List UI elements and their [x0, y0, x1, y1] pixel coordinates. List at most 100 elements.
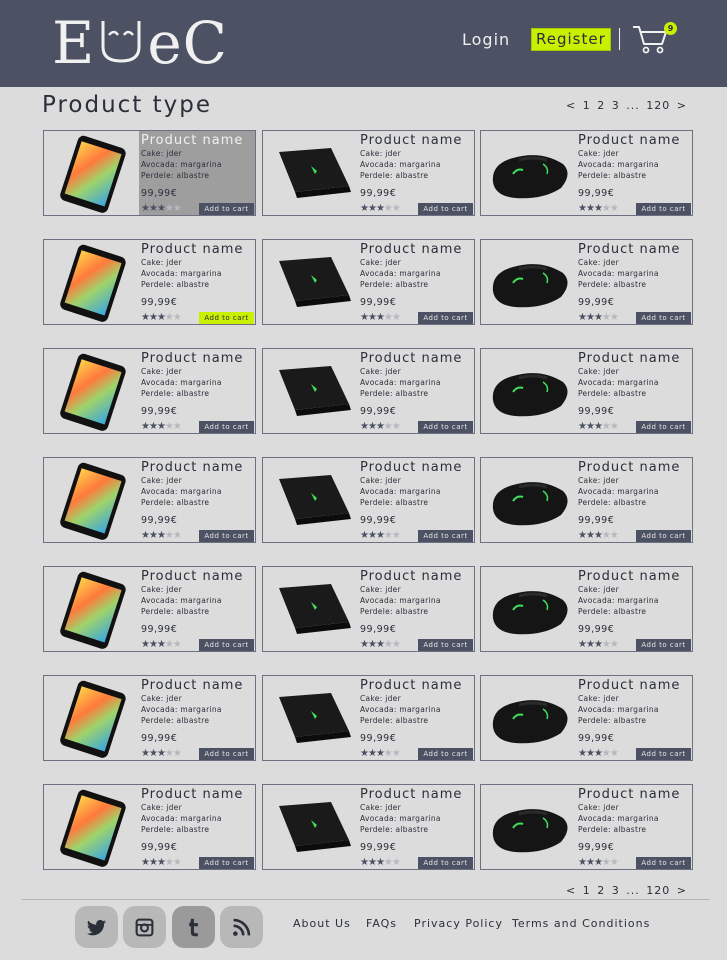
product-image-mouse[interactable]: [483, 570, 575, 650]
product-image-phone[interactable]: [46, 352, 138, 432]
tumblr-button[interactable]: [172, 906, 215, 948]
product-image-phone[interactable]: [46, 788, 138, 868]
product-image-laptop[interactable]: [265, 570, 357, 650]
pagination-prev[interactable]: <: [566, 884, 576, 897]
product-card[interactable]: Product name Cake: jder Avocada: margarina…: [262, 457, 475, 543]
product-card[interactable]: Product name Cake: jder Avocada: margarina…: [262, 675, 475, 761]
add-to-cart-button[interactable]: Add to cart: [418, 857, 473, 869]
add-to-cart-button[interactable]: Add to cart: [636, 639, 691, 651]
product-name[interactable]: Product name: [578, 133, 680, 148]
product-name[interactable]: Product name: [360, 351, 462, 366]
product-card[interactable]: Product name Cake: jder Avocada: margarina…: [43, 457, 256, 543]
product-name[interactable]: Product name: [578, 351, 680, 366]
product-card[interactable]: Product name Cake: jder Avocada: margarina…: [480, 457, 693, 543]
add-to-cart-button[interactable]: Add to cart: [636, 857, 691, 869]
product-name[interactable]: Product name: [360, 569, 462, 584]
product-image-laptop[interactable]: [265, 679, 357, 759]
product-card[interactable]: Product name Cake: jder Avocada: margarina…: [43, 675, 256, 761]
pagination-page-3[interactable]: 3: [612, 99, 620, 112]
instagram-button[interactable]: [123, 906, 166, 948]
product-name[interactable]: Product name: [360, 460, 462, 475]
product-card[interactable]: Product name Cake: jder Avocada: margarina…: [480, 239, 693, 325]
register-button[interactable]: Register: [531, 28, 611, 51]
footer-link-about[interactable]: About Us: [293, 917, 351, 930]
add-to-cart-button[interactable]: Add to cart: [199, 421, 254, 433]
footer-link-faqs[interactable]: FAQs: [366, 917, 397, 930]
add-to-cart-button[interactable]: Add to cart: [199, 203, 254, 215]
product-name[interactable]: Product name: [141, 787, 243, 802]
add-to-cart-button[interactable]: Add to cart: [199, 748, 254, 760]
pagination-page-1[interactable]: 1: [583, 884, 591, 897]
shopping-cart-icon[interactable]: [632, 24, 668, 54]
product-image-phone[interactable]: [46, 461, 138, 541]
product-image-laptop[interactable]: [265, 461, 357, 541]
add-to-cart-button[interactable]: Add to cart: [418, 639, 473, 651]
product-image-laptop[interactable]: [265, 243, 357, 323]
product-image-mouse[interactable]: [483, 788, 575, 868]
product-name[interactable]: Product name: [141, 133, 243, 148]
add-to-cart-button[interactable]: Add to cart: [418, 748, 473, 760]
product-name[interactable]: Product name: [360, 133, 462, 148]
product-image-mouse[interactable]: [483, 352, 575, 432]
add-to-cart-button[interactable]: Add to cart: [418, 421, 473, 433]
product-card[interactable]: Product name Cake: jder Avocada: margarina…: [43, 784, 256, 870]
footer-link-privacy[interactable]: Privacy Policy: [414, 917, 503, 930]
product-card[interactable]: Product name Cake: jder Avocada: margarina…: [262, 130, 475, 216]
product-name[interactable]: Product name: [141, 351, 243, 366]
pagination-last[interactable]: 120: [646, 99, 670, 112]
product-image-mouse[interactable]: [483, 679, 575, 759]
add-to-cart-button[interactable]: Add to cart: [418, 203, 473, 215]
pagination-next[interactable]: >: [677, 99, 687, 112]
product-image-mouse[interactable]: [483, 243, 575, 323]
add-to-cart-button[interactable]: Add to cart: [199, 639, 254, 651]
product-card[interactable]: Product name Cake: jder Avocada: margarina…: [480, 566, 693, 652]
add-to-cart-button[interactable]: Add to cart: [418, 312, 473, 324]
product-name[interactable]: Product name: [578, 242, 680, 257]
product-name[interactable]: Product name: [360, 242, 462, 257]
add-to-cart-button[interactable]: Add to cart: [199, 530, 254, 542]
pagination-page-3[interactable]: 3: [612, 884, 620, 897]
add-to-cart-button[interactable]: Add to cart: [418, 530, 473, 542]
add-to-cart-button[interactable]: Add to cart: [199, 312, 254, 324]
product-card[interactable]: Product name Cake: jder Avocada: margarina…: [262, 348, 475, 434]
product-image-phone[interactable]: [46, 134, 138, 214]
product-card[interactable]: Product name Cake: jder Avocada: margarina…: [480, 675, 693, 761]
pagination-prev[interactable]: <: [566, 99, 576, 112]
product-name[interactable]: Product name: [141, 242, 243, 257]
product-name[interactable]: Product name: [360, 787, 462, 802]
product-card[interactable]: Product name Cake: jder Avocada: margarina…: [43, 239, 256, 325]
product-image-phone[interactable]: [46, 243, 138, 323]
pagination-page-2[interactable]: 2: [597, 99, 605, 112]
product-image-mouse[interactable]: [483, 461, 575, 541]
add-to-cart-button[interactable]: Add to cart: [636, 748, 691, 760]
pagination-last[interactable]: 120: [646, 884, 670, 897]
product-card[interactable]: Product name Cake: jder Avocada: margarina…: [262, 239, 475, 325]
twitter-button[interactable]: [75, 906, 118, 948]
add-to-cart-button[interactable]: Add to cart: [636, 312, 691, 324]
login-link[interactable]: Login: [462, 30, 510, 49]
product-image-phone[interactable]: [46, 570, 138, 650]
product-card[interactable]: Product name Cake: jder Avocada: margarina…: [262, 784, 475, 870]
product-card[interactable]: Product name Cake: jder Avocada: margarina…: [262, 566, 475, 652]
add-to-cart-button[interactable]: Add to cart: [636, 203, 691, 215]
product-card[interactable]: Product name Cake: jder Avocada: margarina…: [43, 566, 256, 652]
product-card[interactable]: Product name Cake: jder Avocada: margarina…: [43, 348, 256, 434]
pagination-page-1[interactable]: 1: [583, 99, 591, 112]
add-to-cart-button[interactable]: Add to cart: [199, 857, 254, 869]
product-image-mouse[interactable]: [483, 134, 575, 214]
product-image-laptop[interactable]: [265, 352, 357, 432]
pagination-next[interactable]: >: [677, 884, 687, 897]
product-name[interactable]: Product name: [578, 678, 680, 693]
product-card[interactable]: Product name Cake: jder Avocada: margarina…: [480, 130, 693, 216]
product-name[interactable]: Product name: [360, 678, 462, 693]
product-name[interactable]: Product name: [141, 460, 243, 475]
pagination-page-2[interactable]: 2: [597, 884, 605, 897]
product-card[interactable]: Product name Cake: jder Avocada: margarina…: [480, 784, 693, 870]
logo[interactable]: E eC: [52, 10, 228, 76]
product-image-laptop[interactable]: [265, 134, 357, 214]
footer-link-terms[interactable]: Terms and Conditions: [512, 917, 650, 930]
product-name[interactable]: Product name: [141, 569, 243, 584]
product-card[interactable]: Product name Cake: jder Avocada: margarina…: [480, 348, 693, 434]
product-name[interactable]: Product name: [578, 787, 680, 802]
add-to-cart-button[interactable]: Add to cart: [636, 421, 691, 433]
